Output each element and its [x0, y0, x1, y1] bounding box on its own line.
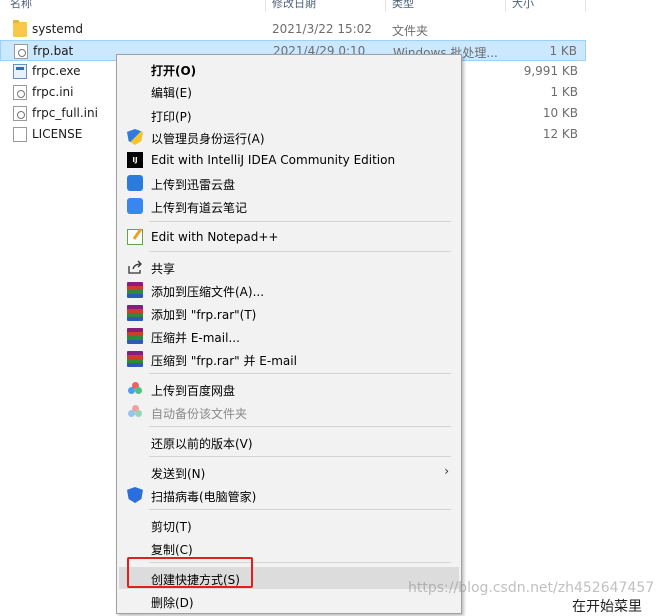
- column-divider[interactable]: [585, 0, 586, 12]
- winrar-icon: [127, 328, 143, 344]
- menu-item-upload-xunlei[interactable]: 上传到迅雷云盘: [119, 172, 459, 194]
- menu-item-copy[interactable]: 复制(C): [119, 537, 459, 559]
- menu-item-edit-notepadpp[interactable]: Edit with Notepad++: [119, 226, 459, 248]
- menu-item-scan-virus[interactable]: 扫描病毒(电脑管家): [119, 484, 459, 506]
- intellij-icon: IJ: [127, 152, 143, 168]
- menu-item-add-to-archive[interactable]: 添加到压缩文件(A)...: [119, 279, 459, 301]
- baidu-netdisk-icon: [127, 381, 143, 397]
- youdao-note-icon: [127, 198, 143, 214]
- column-name-header[interactable]: 名称: [10, 0, 32, 11]
- winrar-icon: [127, 305, 143, 321]
- exe-file-icon: [13, 64, 27, 79]
- file-name: frpc.ini: [32, 85, 74, 99]
- file-size: 10 KB: [542, 106, 578, 120]
- file-name: LICENSE: [32, 127, 83, 141]
- column-divider[interactable]: [265, 0, 266, 12]
- ini-file-icon: [13, 106, 27, 121]
- chevron-right-icon: ›: [444, 464, 449, 478]
- menu-item-print[interactable]: 打印(P): [119, 104, 459, 126]
- notepadpp-icon: [127, 229, 143, 245]
- xunlei-icon: [127, 175, 143, 191]
- menu-item-edit[interactable]: 编辑(E): [119, 80, 459, 102]
- file-row-systemd[interactable]: systemd 2021/3/22 15:02 文件夹: [0, 19, 586, 40]
- context-menu: 打开(O) 编辑(E) 打印(P) 以管理员身份运行(A) IJ Edit wi…: [116, 54, 462, 614]
- ini-file-icon: [13, 85, 27, 100]
- menu-item-run-as-admin[interactable]: 以管理员身份运行(A): [119, 126, 459, 148]
- winrar-icon: [127, 351, 143, 367]
- watermark-text: https://blog.csdn.net/zh452647457: [408, 580, 655, 596]
- share-icon: [127, 259, 143, 275]
- column-divider[interactable]: [385, 0, 386, 12]
- menu-separator: [149, 509, 451, 510]
- file-size: 1 KB: [550, 85, 578, 99]
- menu-separator: [149, 221, 451, 222]
- menu-item-add-to-frp-rar[interactable]: 添加到 "frp.rar"(T): [119, 302, 459, 324]
- file-name: frpc.exe: [32, 64, 81, 78]
- menu-item-compress-email[interactable]: 压缩并 E-mail...: [119, 325, 459, 347]
- file-size: 12 KB: [542, 127, 578, 141]
- menu-item-upload-youdao[interactable]: 上传到有道云笔记: [119, 195, 459, 217]
- menu-item-auto-backup[interactable]: 自动备份该文件夹: [119, 401, 459, 423]
- file-type: 文件夹: [392, 24, 429, 38]
- uac-shield-icon: [127, 129, 143, 145]
- file-icon: [13, 127, 27, 142]
- menu-item-share[interactable]: 共享: [119, 256, 459, 278]
- menu-item-open[interactable]: 打开(O): [119, 58, 459, 80]
- menu-separator: [149, 456, 451, 457]
- column-type-header[interactable]: 类型: [392, 0, 414, 11]
- menu-item-upload-baidu[interactable]: 上传到百度网盘: [119, 378, 459, 400]
- menu-separator: [149, 373, 451, 374]
- column-divider[interactable]: [505, 0, 506, 12]
- partial-caption-text: 在开始菜里: [572, 599, 642, 615]
- winrar-icon: [127, 282, 143, 298]
- file-name: frp.bat: [33, 44, 74, 58]
- menu-item-cut[interactable]: 剪切(T): [119, 514, 459, 536]
- baidu-netdisk-icon: [127, 404, 143, 420]
- menu-item-edit-intellij[interactable]: IJ Edit with IntelliJ IDEA Community Edi…: [119, 149, 459, 171]
- menu-item-send-to[interactable]: 发送到(N) ›: [119, 461, 459, 483]
- file-name: frpc_full.ini: [32, 106, 98, 120]
- column-size-header[interactable]: 大小: [512, 0, 534, 11]
- menu-item-restore-versions[interactable]: 还原以前的版本(V): [119, 431, 459, 453]
- menu-separator: [149, 251, 451, 252]
- column-header: 名称 修改日期 类型 大小: [0, 0, 662, 12]
- file-size: 9,991 KB: [523, 64, 578, 78]
- batch-file-icon: [14, 44, 28, 59]
- folder-icon: [13, 20, 27, 37]
- column-date-header[interactable]: 修改日期: [272, 0, 316, 11]
- file-date: 2021/3/22 15:02: [272, 22, 372, 36]
- file-size: 1 KB: [549, 44, 577, 58]
- menu-item-compress-frp-email[interactable]: 压缩到 "frp.rar" 并 E-mail: [119, 348, 459, 370]
- menu-separator: [149, 426, 451, 427]
- file-name: systemd: [32, 22, 83, 36]
- pc-manager-shield-icon: [127, 487, 143, 503]
- highlight-box: [127, 557, 253, 588]
